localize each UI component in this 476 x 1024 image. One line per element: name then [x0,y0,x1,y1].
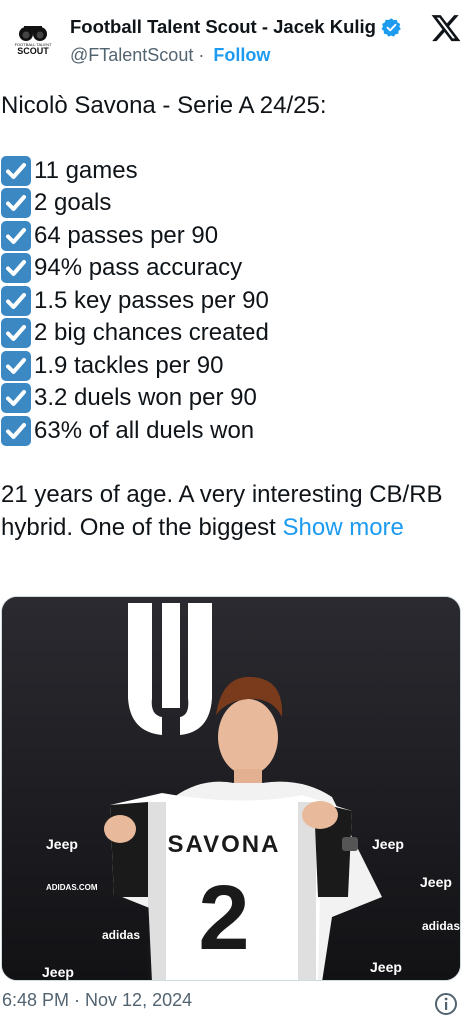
show-more-link[interactable]: Show more [283,514,404,541]
stat-text: 94% pass accuracy [34,254,243,281]
stat-text: 2 big chances created [34,319,269,346]
info-icon[interactable] [434,992,458,1016]
stat-text: 1.5 key passes per 90 [34,286,269,314]
follow-button[interactable]: Follow [213,45,270,66]
check-box-icon [1,220,31,251]
tweet-image[interactable]: Jeep Jeep Jeep adidas adidas ADIDAS.COM … [1,596,461,981]
sponsor-adidascom-text: ADIDAS.COM [46,883,98,892]
author-name-row: Football Talent Scout - Jacek Kulig [70,16,402,38]
stat-text: 2 goals [34,189,112,216]
check-box-icon [1,188,31,219]
author-display-name[interactable]: Football Talent Scout - Jacek Kulig [70,16,376,38]
check-box-icon [1,383,31,414]
author-avatar[interactable]: FOOTBALL TALENT SCOUT [8,14,58,64]
stat-line: 11 games [1,155,471,188]
avatar-text: SCOUT [17,46,49,56]
sponsor-bottom2-text: Jeep [370,959,402,975]
stat-text: 64 passes per 90 [34,221,219,249]
sponsor-bottom-text: Jeep [42,964,74,980]
stat-line: 1.5 key passes per 90 [1,285,471,318]
tweet-timestamp[interactable]: 6:48 PM · Nov 12, 2024 [2,990,192,1011]
author-handle[interactable]: @FTalentScout [70,45,193,66]
stat-line: 63% of all duels won [1,415,471,448]
separator-dot: · [198,45,205,65]
stat-line: 94% pass accuracy [1,252,471,285]
shirt-name: SAVONA [168,831,281,858]
sponsor-adidas2-text: adidas [422,919,460,933]
check-box-icon [1,318,31,349]
tweet-body: 21 years of age. A very interesting CB/R… [1,479,471,544]
stat-text: 63% of all duels won [34,416,255,444]
sponsor-right2-text: Jeep [420,874,452,890]
sponsor-left-text: Jeep [46,836,78,852]
stat-line: 2 goals [1,187,471,220]
stat-text: 3.2 duels won per 90 [34,384,257,411]
check-box-icon [1,350,31,381]
tweet-title: Nicolò Savona - Serie A 24/25: [1,92,327,119]
tweet-text: Nicolò Savona - Serie A 24/25: 11 games 2… [1,90,471,544]
sponsor-right-text: Jeep [372,836,404,852]
check-box-icon [1,155,31,186]
verified-badge-icon [381,17,402,38]
sponsor-adidas-text: adidas [102,928,140,942]
stat-line: 64 passes per 90 [1,220,471,253]
stat-text: 1.9 tackles per 90 [34,351,224,379]
stat-text: 11 games [34,156,138,184]
stat-line: 3.2 duels won per 90 [1,382,471,415]
stat-line: 1.9 tackles per 90 [1,350,471,383]
x-logo-icon[interactable] [430,12,462,44]
tweet-header: FOOTBALL TALENT SCOUT Football Talent Sc… [0,0,476,80]
check-box-icon [1,415,31,446]
author-handle-row: @FTalentScout · Follow [70,45,270,66]
check-box-icon [1,253,31,284]
check-box-icon [1,285,31,316]
shirt-number: 2 [198,867,249,969]
stats-list: 11 games 2 goals 64 passes per 90 94% pass … [1,155,471,448]
stat-line: 2 big chances created [1,317,471,350]
